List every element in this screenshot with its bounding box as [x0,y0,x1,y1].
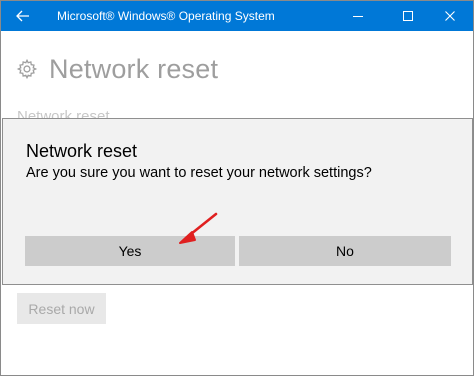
dialog-title: Network reset [26,141,138,161]
reset-now-button[interactable]: Reset now [17,293,106,324]
minimize-icon [353,16,363,17]
settings-window: Microsoft® Windows® Operating System Net… [0,0,474,376]
close-icon [445,11,455,21]
page-header: Network reset [15,53,218,85]
page-title: Network reset [49,53,219,84]
gear-icon [15,57,39,81]
back-button[interactable] [1,1,45,31]
maximize-button[interactable] [385,1,431,31]
no-button[interactable]: No [239,236,451,266]
yes-button[interactable]: Yes [25,236,235,266]
maximize-icon [403,11,413,21]
window-title: Microsoft® Windows® Operating System [57,9,275,23]
dialog-message: Are you sure you want to reset your netw… [26,165,372,181]
back-arrow-icon [16,10,29,22]
minimize-button[interactable] [335,1,381,31]
confirm-dialog: Network reset Are you sure you want to r… [2,118,473,285]
title-bar: Microsoft® Windows® Operating System [1,1,473,31]
close-button[interactable] [427,1,473,31]
